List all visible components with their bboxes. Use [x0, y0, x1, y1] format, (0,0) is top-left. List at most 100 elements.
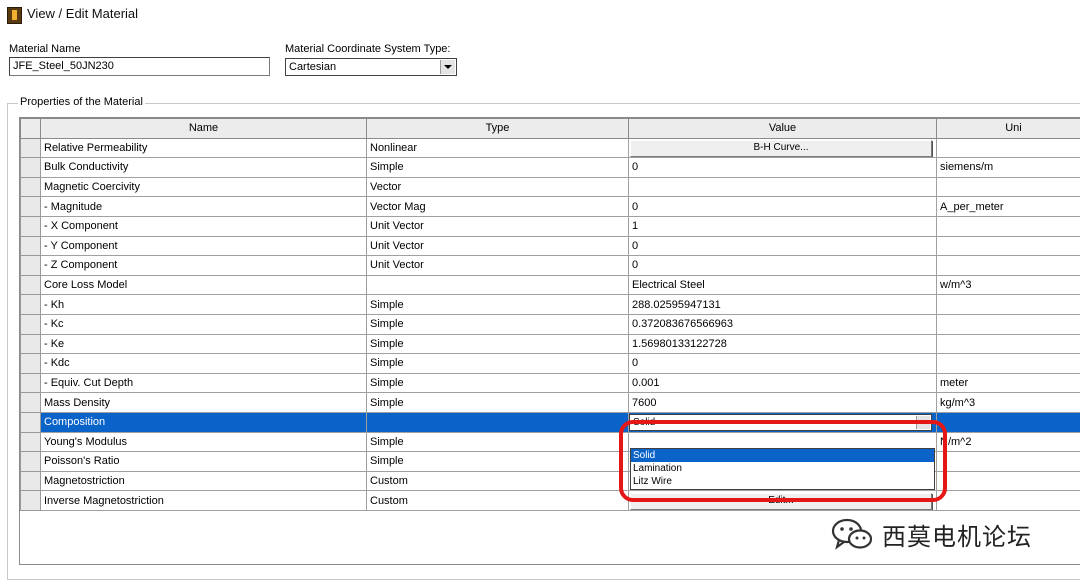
property-value-cell[interactable]: 0 [628, 255, 937, 276]
table-row[interactable]: - Kdc Simple 0 [20, 353, 1080, 374]
row-selector[interactable] [20, 470, 41, 492]
table-row[interactable]: - Ke Simple 1.56980133122728 [20, 333, 1080, 355]
property-type-cell: Simple [366, 431, 629, 453]
property-name-cell: Mass Density [40, 392, 367, 413]
table-row[interactable]: - Magnitude Vector Mag 0 A_per_meter [20, 196, 1080, 217]
row-selector[interactable] [20, 176, 41, 198]
property-unit-cell: kg/m^3 [936, 392, 1080, 413]
property-name-cell: - Magnitude [40, 196, 367, 217]
row-selector[interactable] [20, 490, 41, 511]
table-row[interactable]: - Y Component Unit Vector 0 [20, 235, 1080, 257]
table-row[interactable]: - Kh Simple 288.02595947131 [20, 294, 1080, 315]
property-name-cell: Magnetostriction [40, 470, 367, 492]
table-row[interactable]: Core Loss Model Electrical Steel w/m^3 [20, 274, 1080, 296]
property-type-cell: Vector Mag [366, 196, 629, 217]
table-row[interactable]: - Equiv. Cut Depth Simple 0.001 meter [20, 372, 1080, 394]
property-value-cell[interactable]: 0 [628, 196, 937, 217]
watermark: 西莫电机论坛 [830, 514, 1032, 554]
row-selector[interactable] [20, 255, 41, 276]
table-row[interactable]: - Kc Simple 0.372083676566963 [20, 313, 1080, 335]
table-row[interactable]: - Z Component Unit Vector 0 [20, 255, 1080, 276]
property-unit-cell [936, 490, 1080, 511]
row-selector[interactable] [20, 313, 41, 335]
column-header-name[interactable]: Name [40, 118, 367, 139]
column-header-unit[interactable]: Uni [936, 118, 1080, 139]
row-selector[interactable] [20, 274, 41, 296]
highlight-annotation-ring [619, 420, 947, 502]
property-value-cell[interactable]: 0 [628, 353, 937, 374]
material-name-input[interactable]: JFE_Steel_50JN230 [9, 57, 270, 76]
row-selector[interactable] [20, 333, 41, 355]
coordinate-system-value: Cartesian [289, 61, 337, 73]
property-type-cell: Simple [366, 451, 629, 472]
property-type-cell: Vector [366, 176, 629, 198]
property-unit-cell: w/m^3 [936, 274, 1080, 296]
column-header-type[interactable]: Type [366, 118, 629, 139]
property-name-cell: Poisson's Ratio [40, 451, 367, 472]
row-selector[interactable] [20, 157, 41, 178]
row-selector[interactable] [20, 392, 41, 413]
row-selector[interactable] [20, 215, 41, 237]
property-name-cell: Inverse Magnetostriction [40, 490, 367, 511]
property-value-cell[interactable]: 7600 [628, 392, 937, 413]
property-type-cell: Unit Vector [366, 215, 629, 237]
property-name-cell: Bulk Conductivity [40, 157, 367, 178]
row-selector[interactable] [20, 235, 41, 257]
property-unit-cell [936, 294, 1080, 315]
property-type-cell: Simple [366, 333, 629, 355]
title-bar: View / Edit Material [0, 0, 1080, 30]
property-value-cell[interactable]: 1 [628, 215, 937, 237]
coordinate-system-label: Material Coordinate System Type: [285, 43, 451, 55]
property-type-cell: Simple [366, 294, 629, 315]
property-unit-cell: N/m^2 [936, 431, 1080, 453]
table-row[interactable]: - X Component Unit Vector 1 [20, 215, 1080, 237]
property-value-cell[interactable]: 0.372083676566963 [628, 313, 937, 335]
property-value-cell[interactable] [628, 176, 937, 198]
row-selector-header[interactable] [20, 118, 41, 139]
row-selector[interactable] [20, 411, 41, 433]
row-selector[interactable] [20, 372, 41, 394]
property-type-cell [366, 411, 629, 433]
property-value-cell[interactable]: 288.02595947131 [628, 294, 937, 315]
row-selector[interactable] [20, 353, 41, 374]
table-row[interactable]: Bulk Conductivity Simple 0 siemens/m [20, 157, 1080, 178]
chevron-down-icon[interactable] [440, 60, 455, 74]
bh-curve-button[interactable]: B-H Curve... [630, 139, 932, 157]
property-unit-cell [936, 176, 1080, 198]
property-value-cell[interactable]: 0.001 [628, 372, 937, 394]
property-value-cell[interactable]: 1.56980133122728 [628, 333, 937, 355]
property-name-cell: Relative Permeability [40, 137, 367, 159]
property-type-cell: Simple [366, 392, 629, 413]
property-type-cell: Simple [366, 353, 629, 374]
property-name-cell: - Y Component [40, 235, 367, 257]
property-name-cell: - Kc [40, 313, 367, 335]
table-row[interactable]: Magnetic Coercivity Vector [20, 176, 1080, 198]
property-value-cell[interactable]: 0 [628, 235, 937, 257]
property-type-cell: Simple [366, 157, 629, 178]
window-title: View / Edit Material [27, 6, 139, 21]
property-unit-cell [936, 215, 1080, 237]
table-row[interactable]: Relative Permeability Nonlinear B-H Curve.… [20, 137, 1080, 159]
table-header-row: Name Type Value Uni [20, 118, 1080, 139]
property-unit-cell [936, 313, 1080, 335]
row-selector[interactable] [20, 137, 41, 159]
property-name-cell: - Ke [40, 333, 367, 355]
property-type-cell: Simple [366, 313, 629, 335]
coordinate-system-select[interactable]: Cartesian [285, 58, 457, 76]
property-type-cell: Unit Vector [366, 235, 629, 257]
property-unit-cell: A_per_meter [936, 196, 1080, 217]
table-row[interactable]: Mass Density Simple 7600 kg/m^3 [20, 392, 1080, 413]
property-name-cell: - Equiv. Cut Depth [40, 372, 367, 394]
row-selector[interactable] [20, 294, 41, 315]
column-header-value[interactable]: Value [628, 118, 937, 139]
property-type-cell: Unit Vector [366, 255, 629, 276]
property-type-cell [366, 274, 629, 296]
property-type-cell: Nonlinear [366, 137, 629, 159]
property-value-cell[interactable]: Electrical Steel [628, 274, 937, 296]
property-value-cell[interactable]: 0 [628, 157, 937, 178]
row-selector[interactable] [20, 431, 41, 453]
row-selector[interactable] [20, 451, 41, 472]
property-type-cell: Custom [366, 470, 629, 492]
row-selector[interactable] [20, 196, 41, 217]
property-unit-cell [936, 137, 1080, 159]
